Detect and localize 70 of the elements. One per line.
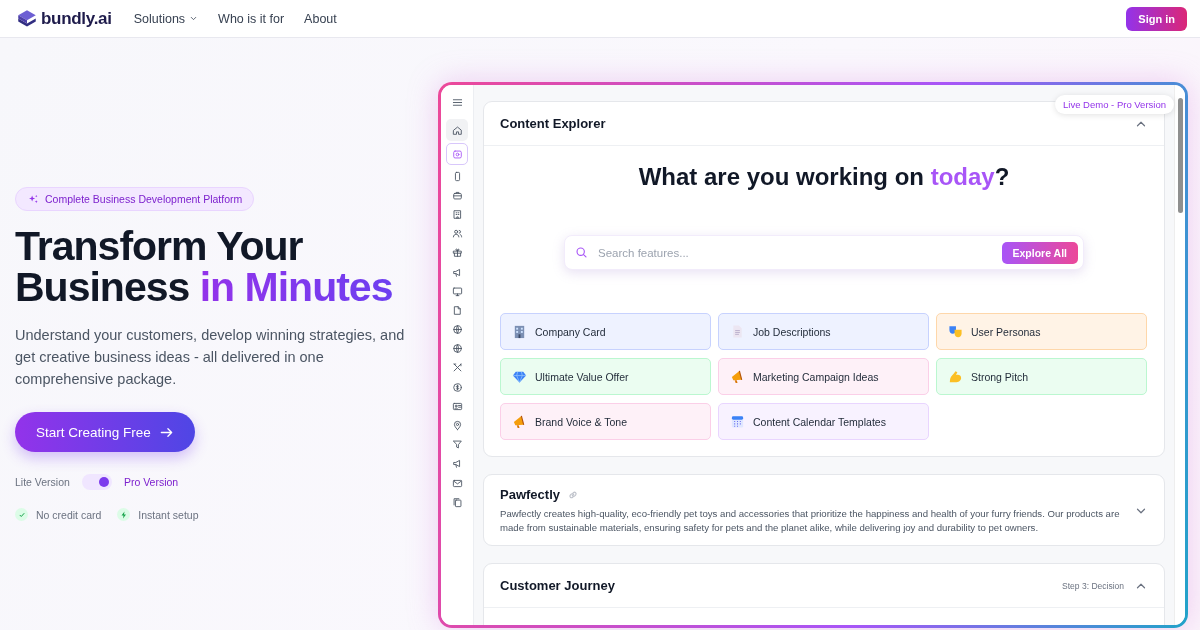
megaphone-icon [512, 414, 527, 429]
nav-link[interactable]: Who is it for [218, 11, 285, 26]
version-toggle[interactable] [81, 474, 112, 490]
explorer-heading: What are you working on today? [637, 163, 1011, 191]
feature-card[interactable]: Brand Voice & Tone [500, 403, 711, 440]
search-icon [575, 246, 588, 259]
mail-icon [451, 477, 463, 489]
version-label: Lite Version [15, 476, 70, 488]
building-icon [451, 208, 463, 220]
start-creating-button[interactable]: Start Creating Free [15, 412, 195, 452]
explore-all-button[interactable]: Explore All [1001, 241, 1078, 264]
step-label: Step 3: Decision [1062, 580, 1124, 591]
feature-card[interactable]: Content Calendar Templates [718, 403, 929, 440]
feature-text: Instant setup [138, 508, 199, 521]
menu-icon [451, 97, 463, 108]
building-icon [512, 324, 527, 339]
hero-description: Understand your customers, develop winning strategies, and get creative business ideas - all delivered in one comprehensive package. [15, 326, 406, 389]
feature-text: No credit card [36, 508, 102, 521]
feature-card[interactable]: Ultimate Value Offer [500, 358, 711, 395]
monitor-icon [451, 285, 463, 297]
map-pin-icon [451, 420, 463, 431]
megaphone-icon [451, 266, 463, 278]
company-name: Pawfectly [500, 487, 560, 502]
feature-card[interactable]: User Personas [936, 313, 1147, 350]
users-icon [451, 228, 463, 240]
theater-masks-icon [948, 324, 963, 339]
panel-title: Content Explorer [500, 116, 607, 131]
globe-icon [451, 324, 463, 336]
dollar-icon [451, 381, 463, 393]
check-icon [15, 508, 28, 521]
sign-in-button[interactable]: Sign in [1126, 6, 1187, 31]
image-icon [451, 148, 463, 160]
document-icon [730, 324, 745, 339]
link-icon [567, 488, 579, 501]
nav-link[interactable]: Solutions [133, 11, 199, 26]
sparkle-icon [28, 193, 39, 205]
id-card-icon [451, 400, 463, 412]
home-button[interactable] [446, 119, 468, 142]
feature-card[interactable]: Marketing Campaign Ideas [718, 358, 929, 395]
toggle-thumb[interactable] [98, 477, 109, 487]
flexed-arm-icon [948, 369, 963, 384]
file-icon [451, 304, 463, 316]
scrollbar-thumb[interactable] [1177, 98, 1183, 213]
filter-icon [451, 439, 463, 451]
headline-text: Business [15, 264, 190, 310]
calendar-icon [730, 414, 745, 429]
caret-icon [189, 14, 199, 23]
headline-text: Transform Your [15, 226, 304, 267]
panel-title: Customer Journey [500, 578, 616, 593]
search-field[interactable]: Search features... Explore All [564, 235, 1084, 270]
feature-card[interactable]: Company Card [500, 313, 711, 350]
feature-card[interactable]: Job Descriptions [718, 313, 929, 350]
live-demo-badge: Live Demo - Pro Version [1055, 95, 1174, 114]
logo-icon [17, 8, 37, 29]
gift-icon [451, 247, 463, 259]
company-description: Pawfectly creates high-quality, eco-friendly pet toys and accessories that prioritize the happiness and health of your furry friends. Our products are made from sustainable materials, ensuring safety for pets and the planet alike, while delivering joy and durability to pet owners. [500, 507, 1121, 535]
megaphone-icon [730, 369, 745, 384]
globe-icon [451, 343, 463, 355]
image-button[interactable] [446, 143, 468, 166]
megaphone-icon [451, 458, 463, 470]
version-label: Pro Version [123, 476, 179, 488]
diamond-icon [512, 369, 527, 384]
feature-card[interactable]: Strong Pitch [936, 358, 1147, 395]
logo-text: bundly.ai [41, 8, 112, 29]
briefcase-icon [451, 189, 463, 201]
copy-icon [451, 496, 463, 508]
tagline-text: Complete Business Development Platform [45, 193, 243, 205]
home-icon [451, 124, 463, 136]
nav-link[interactable]: About [304, 11, 337, 26]
bolt-icon [117, 508, 131, 521]
